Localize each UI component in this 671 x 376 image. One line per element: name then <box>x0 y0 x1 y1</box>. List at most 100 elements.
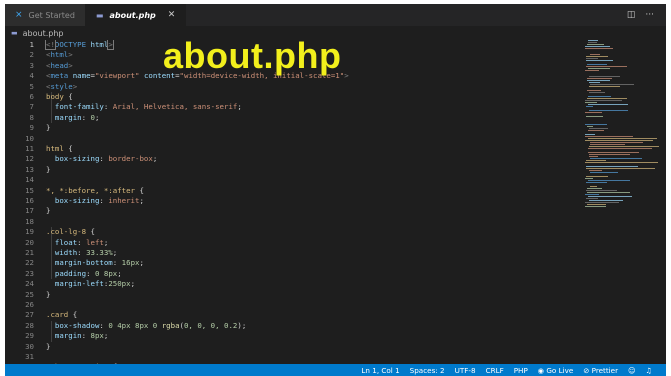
code-token: 0, 0, 0, 0.2 <box>183 320 238 330</box>
minimap-line <box>585 48 613 49</box>
code-token: ; <box>139 258 144 268</box>
code-line[interactable]: 30} <box>5 342 583 352</box>
code-token: margin-bottom <box>54 258 113 268</box>
line-number: 22 <box>25 258 34 268</box>
encoding[interactable]: UTF-8 <box>455 366 476 375</box>
code-line[interactable]: 18 <box>5 217 583 227</box>
breadcrumb-file[interactable]: about.php <box>23 29 64 38</box>
minimap-line <box>587 44 604 45</box>
code-line[interactable]: 29 margin: 8px; <box>5 331 583 341</box>
code-line[interactable]: 26 <box>5 300 583 310</box>
line-number: 31 <box>25 352 34 361</box>
code-editor[interactable]: 1 <!DOCTYPE html> 2 <html> 3 <head> 4 <meta nam… <box>5 40 583 364</box>
code-token: 250px <box>108 279 131 289</box>
code-token: ; <box>112 248 118 257</box>
code-line[interactable]: 16 box-sizing: inherit; <box>5 196 583 206</box>
split-editor-icon[interactable]: ◫ <box>627 10 636 20</box>
code-line[interactable]: 8 margin: 0; <box>5 113 583 123</box>
tab-get-started[interactable]: ⨯ Get Started <box>5 4 86 26</box>
code-line[interactable]: 25} <box>5 290 583 300</box>
line-number: 25 <box>25 289 34 299</box>
indentation[interactable]: Spaces: 2 <box>410 366 445 375</box>
more-actions-icon[interactable]: ··· <box>645 10 654 20</box>
code-token: *, *:before, *:after <box>46 185 135 195</box>
minimap-line <box>589 82 600 83</box>
code-line[interactable]: 6 body { <box>5 92 583 102</box>
code-token: 33.33% <box>86 248 113 257</box>
line-number: 26 <box>25 300 34 309</box>
prettier-button[interactable]: ⊘ Prettier <box>583 366 618 375</box>
minimap-line <box>588 138 657 139</box>
minimap-line <box>585 178 593 179</box>
minimap-line <box>588 196 632 197</box>
minimap-line <box>587 78 612 79</box>
feedback-icon[interactable]: ☺ <box>628 366 636 375</box>
notifications-icon[interactable]: ♫ <box>646 366 652 375</box>
minimap-line <box>588 40 598 41</box>
code-line[interactable]: 5 <style> <box>5 82 583 92</box>
minimap-line <box>587 192 630 193</box>
code-token: html <box>46 144 64 153</box>
code-token: ; <box>130 279 136 289</box>
code-token: <! <box>45 40 56 50</box>
code-token: } <box>46 164 51 174</box>
code-line[interactable]: 23 padding: 0 8px; <box>5 269 583 279</box>
minimap-line <box>586 190 617 191</box>
code-line[interactable]: 31 <box>5 352 583 362</box>
code-line[interactable]: 19 .col-lg-8 { <box>5 227 583 237</box>
code-line[interactable]: 14 <box>5 175 583 185</box>
line-number: 5 <box>29 81 34 91</box>
minimap-line <box>590 84 634 85</box>
minimap-line <box>589 128 608 129</box>
code-token: body <box>46 92 64 101</box>
code-line[interactable]: 13} <box>5 165 583 175</box>
tab-label: Get Started <box>28 10 75 20</box>
minimap-line <box>585 70 599 71</box>
cursor-position[interactable]: Ln 1, Col 1 <box>361 366 399 375</box>
line-number: 27 <box>25 310 34 320</box>
code-line[interactable]: 15 *, *:before, *:after { <box>5 186 583 196</box>
line-number: 12 <box>25 154 34 164</box>
code-token: .col-lg-8 <box>46 227 87 237</box>
php-file-icon: ▬ <box>95 10 104 20</box>
code-line[interactable]: 22 margin-bottom: 16px; <box>5 258 583 268</box>
code-line[interactable]: 7 font-family: Arial, Helvetica, sans-se… <box>5 102 583 112</box>
minimap[interactable] <box>585 40 663 210</box>
go-live-button[interactable]: ◉ Go Live <box>538 366 574 375</box>
code-token: 8px <box>90 331 104 341</box>
code-line[interactable]: 28 box-shadow: 0 4px 8px 0 rgba(0, 0, 0,… <box>5 321 583 331</box>
code-line[interactable]: 24 margin-left:250px; <box>5 279 583 289</box>
code-line[interactable]: 21 width: 33.33%; <box>5 248 583 258</box>
code-line[interactable]: 12 box-sizing: border-box; <box>5 154 583 164</box>
minimap-line <box>586 58 598 59</box>
code-token: 0 8px <box>94 268 118 278</box>
code-line[interactable]: 17} <box>5 206 583 216</box>
code-line[interactable]: 10 <box>5 134 583 144</box>
language-mode[interactable]: PHP <box>514 366 528 375</box>
code-line[interactable]: 27 .card { <box>5 310 583 320</box>
tab-about-php[interactable]: ▬ about.php ✕ <box>85 4 187 26</box>
code-token: : <box>99 196 109 205</box>
code-line[interactable]: 9} <box>5 123 583 133</box>
minimap-line <box>590 172 618 173</box>
code-token: ; <box>103 331 109 341</box>
code-line[interactable]: 20 float: left; <box>5 238 583 248</box>
php-file-icon: ▬ <box>11 29 18 37</box>
line-number: 8 <box>29 112 34 122</box>
minimap-line <box>588 148 652 149</box>
code-token: font-family <box>54 102 104 112</box>
code-token: html <box>50 50 69 60</box>
close-icon[interactable]: ✕ <box>168 10 176 20</box>
minimap-line <box>588 68 610 69</box>
code-token: ); <box>237 320 247 330</box>
code-line[interactable]: 11 html { <box>5 144 583 154</box>
minimap-line <box>589 170 602 171</box>
minimap-line <box>588 104 628 105</box>
code-token: { <box>135 185 144 195</box>
minimap-line <box>586 198 598 199</box>
line-ending[interactable]: CRLF <box>486 366 504 375</box>
